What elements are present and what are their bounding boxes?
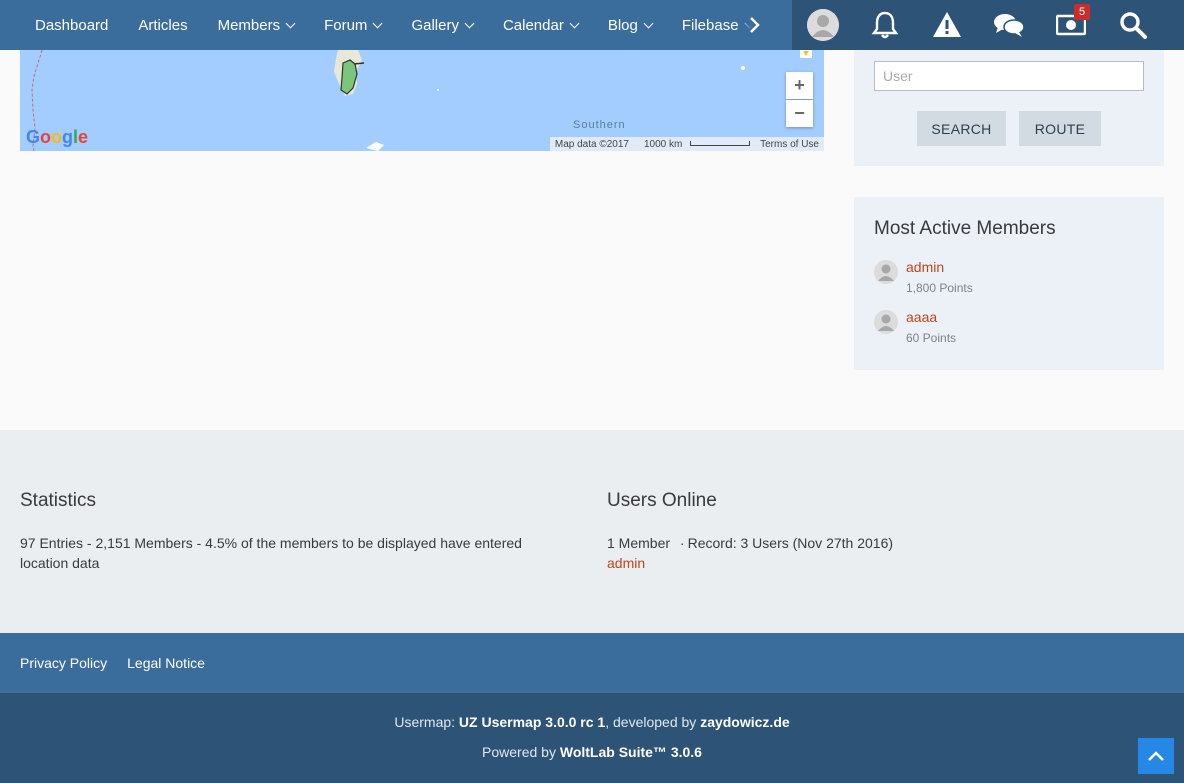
privacy-policy-link[interactable]: Privacy Policy <box>20 655 107 671</box>
user-search-box: SEARCH ROUTE <box>854 50 1164 166</box>
legal-notice-link[interactable]: Legal Notice <box>127 655 205 671</box>
nav-label: Calendar <box>502 16 564 34</box>
nav-forum[interactable]: Forum <box>309 0 396 50</box>
statistics-title: Statistics <box>20 490 97 511</box>
ocean-label: Southern <box>573 119 626 131</box>
search-icon <box>1120 12 1147 39</box>
nav-label: Articles <box>138 16 188 34</box>
most-active-members-box: Most Active Members admin 1,800 Points a… <box>854 197 1164 370</box>
statistics-text: 97 Entries - 2,151 Members - 4.5% of the… <box>20 535 522 571</box>
chevron-down-icon <box>569 18 580 28</box>
terms-of-use-link[interactable]: Terms of Use <box>755 139 824 150</box>
avatar[interactable] <box>874 310 898 334</box>
map-landmass <box>31 50 812 151</box>
map-scale[interactable]: 1000 km <box>634 139 755 150</box>
top-navigation: Dashboard Articles Members Forum Gallery… <box>0 0 1184 50</box>
avatar[interactable] <box>874 260 898 284</box>
map-attribution: Map data ©2017 1000 km Terms of Use <box>549 137 824 151</box>
member-name-link[interactable]: admin <box>906 258 973 276</box>
usermap-link[interactable]: UZ Usermap 3.0.0 rc 1 <box>459 714 605 730</box>
menu-scroll-right-button[interactable] <box>740 0 770 50</box>
nav-gallery[interactable]: Gallery <box>396 0 488 50</box>
member-points: 1,800 Points <box>906 281 973 295</box>
user-panel: 5 <box>792 0 1184 50</box>
google-logo[interactable]: Google <box>26 127 88 148</box>
usermap-copyright: Usermap: UZ Usermap 3.0.0 rc 1, develope… <box>394 714 790 730</box>
nav-dashboard[interactable]: Dashboard <box>20 0 123 50</box>
chevron-up-icon <box>1148 751 1164 761</box>
search-button[interactable] <box>1102 0 1164 50</box>
nav-members[interactable]: Members <box>203 0 310 50</box>
footer-navigation: Privacy Policy Legal Notice <box>0 633 1184 693</box>
nav-calendar[interactable]: Calendar <box>488 0 593 50</box>
chevron-down-icon <box>643 18 654 28</box>
powered-by: Powered by WoltLab Suite™ 3.0.6 <box>482 744 702 760</box>
nav-blog[interactable]: Blog <box>593 0 667 50</box>
member-name-link[interactable]: aaaa <box>906 308 956 326</box>
notification-badge: 5 <box>1074 4 1091 20</box>
usermap-map[interactable]: Southern + − Google Map data ©2017 1000 … <box>20 50 824 151</box>
user-search-input[interactable] <box>874 61 1144 91</box>
chevron-right-icon <box>750 17 760 33</box>
warning-icon <box>933 12 961 37</box>
woltlab-link[interactable]: WoltLab Suite™ 3.0.6 <box>560 744 702 760</box>
list-item: admin 1,800 Points <box>874 258 973 296</box>
chevron-down-icon <box>464 18 475 28</box>
online-user-link[interactable]: admin <box>607 555 645 571</box>
comments-icon <box>994 14 1025 37</box>
zoom-in-button[interactable]: + <box>786 72 813 99</box>
box-title: Most Active Members <box>874 218 1056 239</box>
online-count: 1 Member <box>607 535 671 551</box>
user-menu-button[interactable] <box>792 0 854 50</box>
nav-label: Members <box>217 16 281 34</box>
conversations-button[interactable] <box>978 0 1040 50</box>
member-points: 60 Points <box>906 331 957 345</box>
notifications-button[interactable] <box>854 0 916 50</box>
nav-articles[interactable]: Articles <box>123 0 202 50</box>
jcoins-button[interactable]: 5 <box>1040 0 1102 50</box>
users-online-title: Users Online <box>607 490 717 511</box>
nav-label: Dashboard <box>35 16 109 34</box>
copyright-area: Usermap: UZ Usermap 3.0.0 rc 1, develope… <box>0 693 1184 783</box>
chevron-down-icon <box>285 18 296 28</box>
search-submit-button[interactable]: SEARCH <box>917 111 1006 146</box>
list-item: aaaa 60 Points <box>874 308 956 346</box>
online-record: Record: 3 Users (Nov 27th 2016) <box>687 535 894 551</box>
nav-label: Forum <box>324 16 368 34</box>
nav-label: Gallery <box>411 16 459 34</box>
users-online-text: 1 Member · Record: 3 Users (Nov 27th 2016… <box>607 535 894 571</box>
footer-boxes: Statistics 97 Entries - 2,151 Members - … <box>0 430 1184 633</box>
main-menu: Dashboard Articles Members Forum Gallery… <box>0 0 792 50</box>
nav-label: Blog <box>607 16 638 34</box>
bell-icon <box>871 11 899 39</box>
zoom-out-button[interactable]: − <box>786 100 813 127</box>
nav-label: Filebase <box>681 16 739 34</box>
avatar <box>807 9 839 41</box>
back-to-top-button[interactable] <box>1138 738 1174 774</box>
route-button[interactable]: ROUTE <box>1019 111 1101 146</box>
chevron-down-icon <box>372 18 383 28</box>
developer-link[interactable]: zaydowicz.de <box>700 714 789 730</box>
map-data-text: Map data ©2017 <box>554 138 629 150</box>
moderation-button[interactable] <box>916 0 978 50</box>
